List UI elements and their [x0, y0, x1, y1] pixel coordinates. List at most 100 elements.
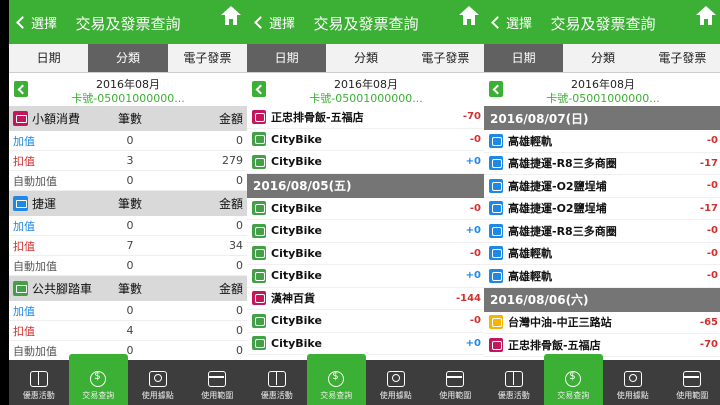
- merchant-name: 高雄捷運-R8三多商圈: [508, 157, 617, 171]
- stat-row[interactable]: 加值 0 0: [9, 301, 247, 321]
- transaction-row[interactable]: 正忠排骨飯-五福店 -70: [484, 334, 720, 357]
- stat-amount: 0: [236, 324, 243, 337]
- bottom-nav: 優惠活動 交易查詢 使用據點 使用範圍: [9, 354, 248, 405]
- nav-label: 優惠活動: [497, 391, 530, 400]
- card-icon: [683, 371, 702, 387]
- bottom-nav: 優惠活動 交易查詢 使用據點 使用範圍: [247, 354, 486, 405]
- bike-icon: [252, 268, 266, 283]
- stat-row[interactable]: 自動加值 0 0: [9, 341, 247, 360]
- tab-category[interactable]: 分類: [326, 44, 405, 72]
- tab-date[interactable]: 日期: [9, 44, 88, 72]
- transaction-row[interactable]: CityBike -0: [247, 129, 485, 151]
- search-money-icon: [90, 371, 107, 387]
- tab-e-invoice[interactable]: 電子發票: [643, 44, 720, 72]
- home-icon[interactable]: [696, 6, 716, 27]
- transaction-row[interactable]: 高雄捷運-O2鹽埕埔 -17: [484, 198, 720, 220]
- merchant-name: CityBike: [271, 201, 322, 215]
- merchant-name: 高雄輕軌: [508, 247, 552, 261]
- category-name: 捷運: [32, 197, 57, 211]
- stat-row[interactable]: 扣值 4 0: [9, 321, 247, 341]
- amount-header: 金額: [218, 197, 243, 211]
- stat-row[interactable]: 自動加值 0 0: [9, 256, 247, 276]
- nav-transactions[interactable]: 交易查詢: [306, 354, 366, 405]
- transaction-row[interactable]: 高雄輕軌 -0: [484, 243, 720, 265]
- transaction-row[interactable]: CityBike +0: [247, 151, 485, 174]
- transaction-row[interactable]: CityBike -0: [247, 310, 485, 333]
- page-title: 交易及發票查詢: [75, 15, 181, 33]
- tab-date[interactable]: 日期: [484, 44, 564, 72]
- transaction-row[interactable]: CityBike +0: [247, 265, 485, 288]
- home-icon[interactable]: [459, 6, 479, 27]
- tab-e-invoice[interactable]: 電子發票: [168, 44, 247, 72]
- card-number: 卡號-05001000000...: [309, 92, 423, 105]
- tab-date[interactable]: 日期: [247, 44, 327, 72]
- tab-e-invoice[interactable]: 電子發票: [406, 44, 485, 72]
- nav-locations[interactable]: 使用據點: [366, 360, 426, 405]
- stat-row[interactable]: 加值 0 0: [9, 131, 247, 151]
- nav-locations[interactable]: 使用據點: [128, 360, 188, 405]
- stat-row[interactable]: 扣值 3 279: [9, 151, 247, 171]
- nav-label: 使用據點: [379, 391, 412, 400]
- stat-row[interactable]: 加值 0 0: [9, 216, 247, 236]
- transaction-row[interactable]: CityBike +0: [247, 220, 485, 243]
- transaction-row[interactable]: CityBike +0: [247, 333, 485, 355]
- nav-label: 交易查詢: [557, 391, 590, 400]
- nav-promotions[interactable]: 優惠活動: [484, 360, 544, 405]
- transaction-row[interactable]: 高雄捷運-O2鹽埕埔 -0: [484, 175, 720, 198]
- transaction-row[interactable]: 高雄輕軌 -0: [484, 265, 720, 288]
- stat-row[interactable]: 扣值 7 34: [9, 236, 247, 256]
- nav-scope[interactable]: 使用範圍: [663, 360, 720, 405]
- transaction-row[interactable]: 高雄捷運-R8三多商圈 -0: [484, 220, 720, 243]
- transaction-row[interactable]: 台灣中油-中正三路站 -65: [484, 312, 720, 334]
- cart-icon: [252, 291, 266, 306]
- home-icon[interactable]: [221, 6, 241, 27]
- amount: -17: [699, 157, 718, 169]
- nav-promotions[interactable]: 優惠活動: [9, 360, 69, 405]
- amount: -0: [469, 202, 481, 214]
- nav-label: 使用範圍: [439, 391, 472, 400]
- bottom-nav: 優惠活動 交易查詢 使用據點 使用範圍: [484, 354, 720, 405]
- transaction-row[interactable]: 高雄輕軌 -0: [484, 130, 720, 153]
- date-separator: 2016/08/05(五): [247, 173, 485, 198]
- search-money-icon: [565, 371, 582, 387]
- period-header: 2016年08月 卡號-05001000000...: [247, 73, 485, 106]
- nav-label: 交易查詢: [320, 391, 353, 400]
- page-title: 交易及發票查詢: [313, 15, 419, 33]
- merchant-name: 高雄捷運-R8三多商圈: [508, 224, 617, 238]
- metro-icon: [489, 223, 503, 238]
- metro-icon: [489, 156, 503, 171]
- tab-category[interactable]: 分類: [88, 44, 168, 72]
- stat-label: 加值: [13, 304, 35, 318]
- nav-promotions[interactable]: 優惠活動: [247, 360, 307, 405]
- transaction-row[interactable]: CityBike -0: [247, 243, 485, 265]
- stat-count: 3: [126, 154, 134, 167]
- category-summary: 小額消費 筆數 金額 加值 0 0 扣值 3 279 自動加值 0 0 捷運 筆數 金額 加…: [9, 106, 247, 360]
- gift-icon: [504, 371, 523, 387]
- bike-icon: [252, 313, 266, 328]
- fuel-icon: [489, 315, 503, 330]
- metro-icon: [489, 133, 503, 148]
- stat-count: 4: [126, 324, 134, 337]
- bike-icon: [252, 246, 266, 261]
- amount: +0: [465, 225, 481, 237]
- tab-category[interactable]: 分類: [563, 44, 642, 72]
- nav-scope[interactable]: 使用範圍: [426, 360, 486, 405]
- period-header: 2016年08月 卡號-05001000000...: [484, 73, 720, 106]
- screen-date-2: 選擇 交易及發票查詢 日期 分類 電子發票 2016年08月 卡號-050010…: [484, 0, 720, 405]
- nav-label: 優惠活動: [22, 391, 55, 400]
- stat-row[interactable]: 自動加值 0 0: [9, 171, 247, 191]
- cart-icon: [252, 109, 266, 124]
- nav-transactions[interactable]: 交易查詢: [543, 354, 603, 405]
- stat-label: 自動加值: [13, 174, 57, 188]
- transaction-row[interactable]: CityBike -0: [247, 198, 485, 220]
- transaction-row[interactable]: 高雄捷運-R8三多商圈 -17: [484, 153, 720, 175]
- nav-scope[interactable]: 使用範圍: [188, 360, 248, 405]
- stat-label: 加值: [13, 134, 35, 148]
- screen-date-1: 選擇 交易及發票查詢 日期 分類 電子發票 2016年08月 卡號-050010…: [247, 0, 485, 405]
- nav-transactions[interactable]: 交易查詢: [68, 354, 128, 405]
- nav-locations[interactable]: 使用據點: [603, 360, 663, 405]
- transaction-row[interactable]: 正忠排骨飯-五福店 -70: [247, 106, 485, 129]
- merchant-name: 正忠排骨飯-五福店: [271, 110, 364, 124]
- transaction-row[interactable]: 漢神百貨 -144: [247, 288, 485, 310]
- nav-label: 交易查詢: [82, 391, 115, 400]
